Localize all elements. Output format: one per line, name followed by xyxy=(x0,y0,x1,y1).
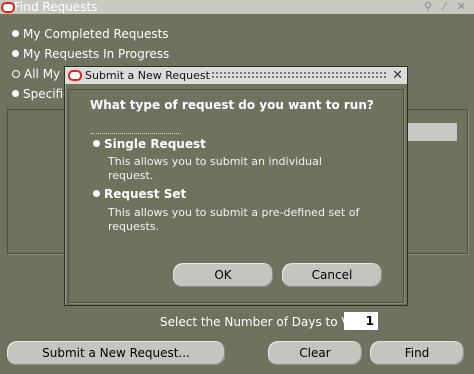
close-icon[interactable]: ✕ xyxy=(392,67,403,84)
option-request-set[interactable]: Request Set xyxy=(93,187,186,201)
radio-requests-in-progress[interactable]: My Requests In Progress xyxy=(12,46,169,62)
option-label: Request Set xyxy=(104,187,187,201)
option-description: This allows you to submit an individual … xyxy=(108,155,322,182)
window-title: Find Requests xyxy=(14,0,98,14)
submit-new-request-button[interactable]: Submit a New Request... xyxy=(7,341,225,365)
radio-specific-requests[interactable]: Specific xyxy=(12,86,70,102)
cancel-button[interactable]: Cancel xyxy=(282,263,382,287)
clear-button[interactable]: Clear xyxy=(268,341,362,365)
dialog-title: Submit a New Request xyxy=(85,69,210,82)
option-single-request[interactable]: Single Request xyxy=(93,137,206,151)
find-button[interactable]: Find xyxy=(370,341,464,365)
window-titlebar: Find Requests ⚲ ⁄ ✕ xyxy=(0,0,474,14)
dialog-question: What type of request do you want to run? xyxy=(90,98,374,112)
submit-request-dialog: Submit a New Request ✕ What type of requ… xyxy=(64,66,408,306)
radio-label: Specific xyxy=(23,87,70,101)
window-controls[interactable]: ⚲ ⁄ ✕ xyxy=(424,0,470,14)
radio-label: My Completed Requests xyxy=(23,27,169,41)
ok-button[interactable]: OK xyxy=(173,263,273,287)
option-description: This allows you to submit a pre-defined … xyxy=(108,206,360,233)
radio-dot-icon[interactable] xyxy=(12,69,20,78)
radio-dot-icon[interactable] xyxy=(12,30,19,37)
radio-label: My Requests In Progress xyxy=(23,47,170,61)
radio-dot-icon[interactable] xyxy=(93,190,100,197)
titlebar-grip xyxy=(211,71,388,79)
days-label: Select the Number of Days to View: xyxy=(160,315,374,329)
radio-completed-requests[interactable]: My Completed Requests xyxy=(12,26,169,42)
days-input[interactable]: 1 xyxy=(344,312,378,330)
radio-dot-icon[interactable] xyxy=(12,90,19,97)
request-id-field[interactable] xyxy=(405,123,457,141)
oracle-logo-icon xyxy=(1,2,15,13)
option-label: Single Request xyxy=(104,137,206,151)
oracle-logo-icon xyxy=(68,70,82,81)
dialog-titlebar[interactable]: Submit a New Request ✕ xyxy=(65,67,407,84)
radio-dot-icon[interactable] xyxy=(93,140,100,147)
radio-dot-icon[interactable] xyxy=(12,50,19,57)
